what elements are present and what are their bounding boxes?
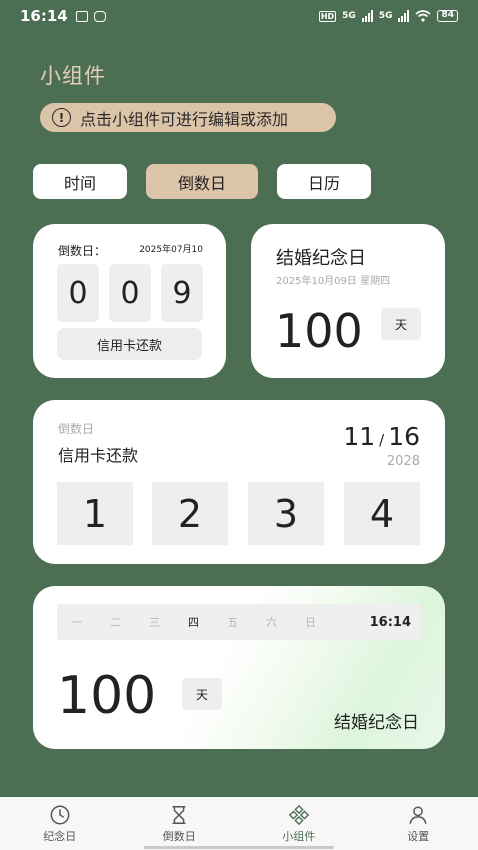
status-time: 16:14 (20, 7, 68, 25)
bottom-nav: 纪念日 倒数日 小组件 设置 (0, 797, 478, 850)
digit-box: 9 (161, 264, 203, 322)
home-indicator[interactable] (144, 846, 334, 849)
signal-icon-2 (398, 10, 410, 22)
days-count: 100 (57, 666, 157, 726)
nav-countdown[interactable]: 倒数日 (120, 797, 240, 850)
status-right: HD 5G 5G 84 (318, 10, 458, 22)
weekday: 日 (305, 616, 316, 629)
weekday: 一 (71, 616, 82, 629)
tab-time[interactable]: 时间 (33, 164, 127, 199)
days-unit: 天 (381, 308, 421, 340)
widget-label: 倒数日 (58, 422, 95, 436)
notification-icons (75, 10, 106, 22)
app-notification-icon (75, 10, 88, 22)
target-date: 11/16 (343, 422, 420, 451)
event-name: 信用卡还款 (58, 446, 139, 465)
hourglass-icon (172, 806, 186, 824)
nav-label: 小组件 (282, 830, 316, 843)
widget-date: 2025年07月10 (139, 245, 203, 255)
target-day: 16 (388, 422, 420, 451)
widget-clock: 16:14 (369, 614, 411, 630)
infinity-notification-icon (93, 10, 106, 22)
person-icon (409, 806, 427, 824)
weekday: 五 (227, 616, 238, 629)
digit-box: 3 (248, 482, 324, 545)
tab-countdown[interactable]: 倒数日 (146, 164, 258, 199)
digit-box: 4 (344, 482, 420, 545)
digit-box: 0 (109, 264, 151, 322)
event-title: 结婚纪念日 (276, 248, 366, 269)
widget-small-anniversary[interactable]: 结婚纪念日 2025年10月09日 星期四 100 天 (251, 224, 445, 378)
hint-text: 点击小组件可进行编辑或添加 (80, 109, 289, 129)
weekday: 二 (110, 616, 121, 629)
network-label-1: 5G (342, 11, 356, 21)
nav-anniversary[interactable]: 纪念日 (0, 797, 120, 850)
target-year: 2028 (386, 454, 420, 469)
nav-label: 设置 (407, 830, 430, 843)
nav-settings[interactable]: 设置 (359, 797, 478, 850)
network-label-2: 5G (378, 11, 393, 21)
widget-small-countdown[interactable]: 倒数日： 2025年07月10 0 0 9 信用卡还款 (33, 224, 226, 378)
digit-box: 1 (57, 482, 133, 545)
weekday-current: 四 (188, 616, 199, 629)
days-unit: 天 (182, 678, 222, 710)
clock-icon (50, 805, 70, 825)
digit-box: 0 (57, 264, 99, 322)
tab-calendar[interactable]: 日历 (277, 164, 371, 199)
nav-label: 纪念日 (43, 830, 77, 843)
digit-box: 2 (152, 482, 228, 545)
widget-icon (288, 804, 309, 826)
battery-icon: 84 (437, 10, 458, 22)
page-title: 小组件 (40, 64, 106, 88)
weekday: 三 (149, 616, 160, 629)
event-name: 结婚纪念日 (334, 713, 419, 733)
wifi-icon (415, 10, 431, 22)
signal-icon (361, 10, 373, 22)
status-bar: 16:14 HD 5G 5G 84 (0, 0, 478, 32)
nav-widgets[interactable]: 小组件 (239, 797, 359, 850)
days-count: 100 (275, 304, 363, 358)
weekday-bar: 一 二 三 四 五 六 日 16:14 (57, 604, 421, 640)
event-date: 2025年10月09日 星期四 (276, 276, 391, 287)
info-icon: ! (52, 108, 71, 127)
date-separator: / (379, 431, 385, 449)
hint-banner: ! 点击小组件可进行编辑或添加 (40, 103, 336, 132)
hd-icon: HD (318, 10, 337, 22)
target-month: 11 (343, 422, 376, 451)
weekday: 六 (266, 616, 277, 629)
widget-large-anniversary[interactable]: 一 二 三 四 五 六 日 16:14 100 天 结婚纪念日 (33, 586, 445, 749)
event-name: 信用卡还款 (57, 328, 202, 360)
widget-medium-countdown[interactable]: 倒数日 信用卡还款 11/16 2028 1 2 3 4 (33, 400, 445, 564)
nav-label: 倒数日 (162, 830, 196, 843)
widget-label: 倒数日： (58, 244, 107, 258)
